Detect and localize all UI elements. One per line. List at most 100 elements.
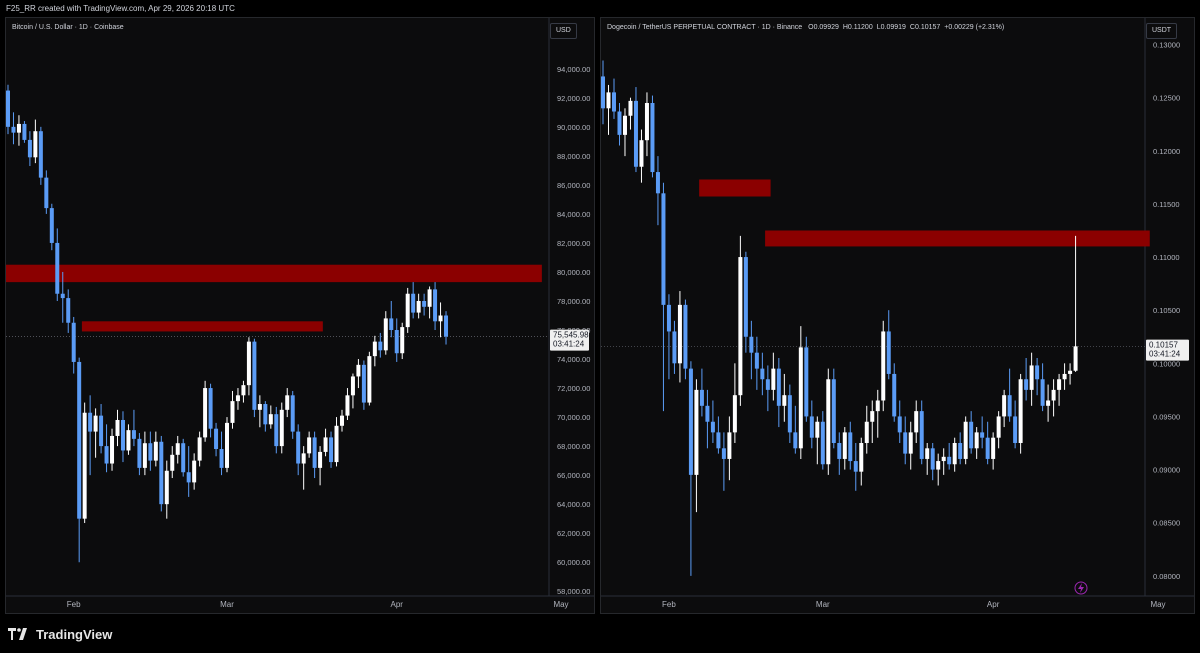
doge-y-tick-label: 0.10000 (1153, 359, 1180, 368)
doge-candle (1013, 400, 1018, 449)
btc-countdown: 03:41:24 (553, 340, 585, 349)
doge-candle (1040, 363, 1045, 412)
doge-candle (881, 320, 886, 412)
doge-candle (688, 361, 693, 576)
btc-y-tick-label: 72,000.00 (557, 384, 590, 393)
doge-candle (892, 363, 897, 422)
btc-candle (433, 282, 438, 331)
btc-candle (71, 316, 76, 374)
btc-candle (296, 424, 301, 476)
btc-candle (411, 282, 416, 319)
btc-zone-2[interactable] (81, 321, 323, 332)
doge-candle (732, 363, 737, 443)
doge-candle (831, 368, 836, 449)
tradingview-brand: TradingView (36, 626, 113, 642)
btc-candle (235, 388, 240, 410)
doge-chart-canvas[interactable]: 0.08000 0.08500 0.09000 0.09500 0.10000 0.105… (601, 18, 1194, 613)
btc-candle (27, 131, 32, 167)
btc-y-tick-label: 92,000.00 (557, 94, 590, 103)
doge-x-tick-label: Feb (662, 600, 676, 609)
btc-candle (268, 405, 273, 429)
btc-y-tick-label: 88,000.00 (557, 152, 590, 161)
doge-x-tick-label: Mar (816, 600, 830, 609)
btc-candle (88, 395, 93, 476)
btc-y-tick-label: 60,000.00 (557, 558, 590, 567)
btc-candle (444, 311, 449, 345)
btc-candle (241, 380, 246, 403)
doge-candle (980, 416, 985, 449)
doge-candle (622, 108, 627, 157)
doge-chart-panel[interactable]: 0.08000 0.08500 0.09000 0.09500 0.10000 0.105… (600, 17, 1195, 614)
btc-candle (131, 409, 136, 447)
doge-candle (1073, 235, 1078, 372)
doge-candle (804, 336, 809, 422)
btc-zone-1[interactable] (6, 264, 542, 283)
btc-currency-button[interactable]: USD (550, 23, 577, 39)
btc-y-tick-label: 78,000.00 (557, 297, 590, 306)
doge-candle (930, 443, 935, 481)
btc-candle (290, 390, 295, 439)
btc-candle (438, 302, 443, 338)
btc-candle (115, 409, 120, 447)
btc-candle (339, 409, 344, 432)
doge-candle (941, 448, 946, 475)
btc-candle (148, 431, 153, 471)
btc-candle (6, 84, 10, 135)
doge-candle (677, 291, 682, 383)
ohlc-o: O0.09929 (808, 24, 839, 31)
doge-y-tick-label: 0.09500 (1153, 412, 1180, 421)
btc-candle (312, 431, 317, 479)
doge-candle (974, 427, 979, 459)
btc-chart-panel[interactable]: 58,000.00 60,000.00 62,000.00 64,000.00 66,0… (5, 17, 595, 614)
doge-candle (820, 411, 825, 470)
doge-candle (848, 421, 853, 470)
doge-candle (782, 373, 787, 422)
btc-chart-canvas[interactable]: 58,000.00 60,000.00 62,000.00 64,000.00 66,0… (6, 18, 594, 613)
lightning-icon[interactable] (1074, 581, 1088, 595)
btc-candle (153, 431, 158, 467)
doge-candle (655, 156, 660, 226)
ohlc-chg: +0.00229 (+2.31%) (944, 24, 1005, 31)
doge-y-tick-label: 0.12000 (1153, 147, 1180, 156)
btc-candle (208, 383, 213, 438)
btc-candle (170, 446, 175, 479)
doge-candle (996, 411, 1001, 449)
btc-candle (93, 408, 98, 458)
btc-candle (55, 228, 60, 301)
btc-candle (186, 446, 191, 497)
doge-candle (710, 400, 715, 443)
btc-candle (361, 360, 366, 410)
btc-candle (49, 203, 54, 251)
doge-candle (738, 235, 743, 406)
btc-candle (22, 121, 27, 143)
doge-zone-2[interactable] (765, 230, 1150, 247)
btc-candle (219, 431, 224, 476)
btc-x-tick-label: Apr (391, 600, 404, 609)
btc-y-tick-label: 66,000.00 (557, 471, 590, 480)
btc-y-tick-label: 74,000.00 (557, 355, 590, 364)
doge-last-price-badge: 0.1015703:41:24 (1146, 339, 1189, 361)
btc-y-tick-label: 62,000.00 (557, 529, 590, 538)
btc-candle (285, 388, 290, 418)
btc-candle (33, 119, 38, 164)
doge-candle (947, 443, 952, 470)
doge-y-tick-label: 0.08500 (1153, 519, 1180, 528)
btc-candle (405, 287, 410, 333)
btc-candle (334, 417, 339, 467)
doge-zone-1[interactable] (699, 179, 771, 197)
doge-candle (815, 416, 820, 465)
ohlc-c: C0.10157 (909, 24, 941, 31)
doge-candle (1057, 373, 1062, 406)
doge-candle (1007, 368, 1012, 422)
doge-candle (914, 400, 919, 443)
doge-candle (925, 443, 930, 475)
btc-candle (16, 115, 21, 146)
doge-candle (743, 251, 748, 353)
doge-candle (633, 87, 638, 173)
btc-candle (427, 286, 432, 319)
doge-y-tick-label: 0.09000 (1153, 466, 1180, 475)
btc-candle (181, 438, 186, 477)
btc-candle (203, 380, 208, 442)
doge-currency-button[interactable]: USDT (1146, 23, 1178, 39)
doge-candle (1024, 358, 1029, 401)
